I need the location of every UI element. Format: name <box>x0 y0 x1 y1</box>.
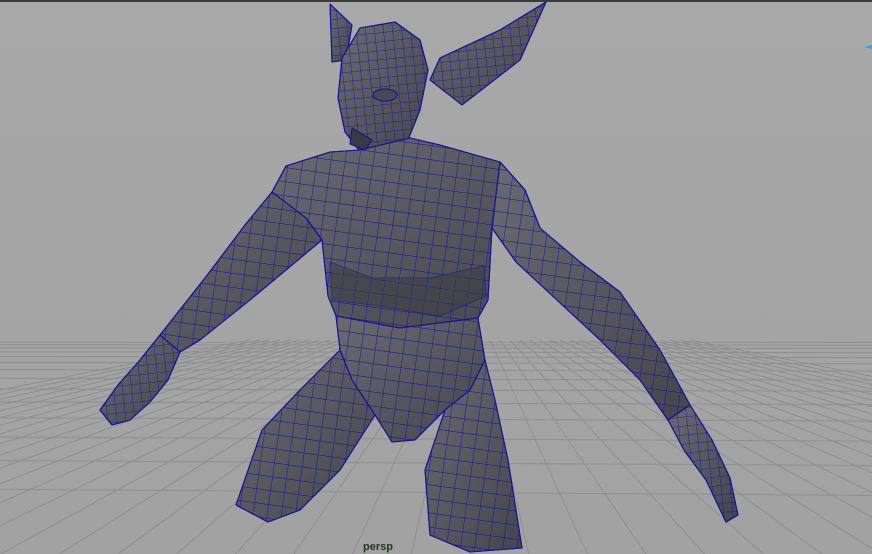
left-eye <box>372 88 398 102</box>
grid-line <box>499 339 647 554</box>
viewport-scene[interactable] <box>0 0 872 554</box>
grid-line <box>569 339 872 474</box>
grid-line <box>509 339 706 554</box>
grid-line <box>529 339 823 554</box>
perspective-viewport[interactable]: persp <box>0 0 872 554</box>
view-manipulator-icon[interactable] <box>864 38 872 49</box>
camera-name-label: persp <box>363 541 393 553</box>
character-mesh[interactable] <box>99 1 739 553</box>
